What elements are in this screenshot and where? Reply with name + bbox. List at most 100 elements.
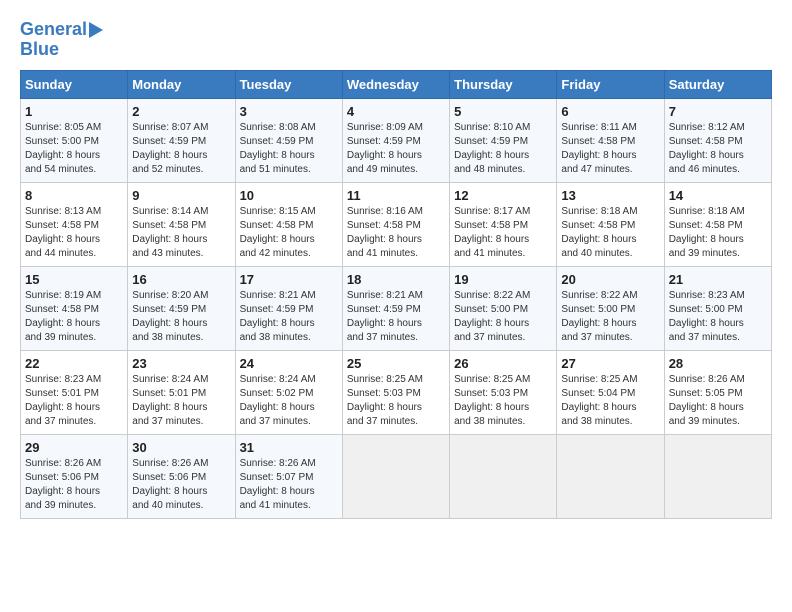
day-info: Sunrise: 8:18 AM Sunset: 4:58 PM Dayligh…	[561, 205, 659, 261]
calendar-cell: 22 Sunrise: 8:23 AM Sunset: 5:01 PM Dayli…	[21, 350, 128, 434]
day-info: Sunrise: 8:12 AM Sunset: 4:58 PM Dayligh…	[669, 121, 767, 177]
day-number: 29	[25, 440, 123, 455]
page: General Blue SundayMondayTuesdayWednesda…	[0, 0, 792, 529]
day-number: 13	[561, 188, 659, 203]
day-number: 10	[240, 188, 338, 203]
day-number: 26	[454, 356, 552, 371]
day-number: 22	[25, 356, 123, 371]
day-number: 14	[669, 188, 767, 203]
day-number: 11	[347, 188, 445, 203]
logo: General Blue	[20, 20, 103, 60]
header-day-monday: Monday	[128, 70, 235, 98]
day-info: Sunrise: 8:10 AM Sunset: 4:59 PM Dayligh…	[454, 121, 552, 177]
header: General Blue	[20, 20, 772, 60]
day-info: Sunrise: 8:23 AM Sunset: 5:00 PM Dayligh…	[669, 289, 767, 345]
day-number: 24	[240, 356, 338, 371]
day-number: 8	[25, 188, 123, 203]
header-day-sunday: Sunday	[21, 70, 128, 98]
calendar-body: 1Sunrise: 8:05 AM Sunset: 5:00 PM Daylig…	[21, 98, 772, 518]
day-number: 17	[240, 272, 338, 287]
day-info: Sunrise: 8:24 AM Sunset: 5:01 PM Dayligh…	[132, 373, 230, 429]
calendar-cell	[450, 434, 557, 518]
day-number: 6	[561, 104, 659, 119]
day-number: 27	[561, 356, 659, 371]
day-info: Sunrise: 8:26 AM Sunset: 5:05 PM Dayligh…	[669, 373, 767, 429]
day-info: Sunrise: 8:26 AM Sunset: 5:07 PM Dayligh…	[240, 457, 338, 513]
calendar-cell: 19 Sunrise: 8:22 AM Sunset: 5:00 PM Dayli…	[450, 266, 557, 350]
day-info: Sunrise: 8:21 AM Sunset: 4:59 PM Dayligh…	[240, 289, 338, 345]
day-number: 4	[347, 104, 445, 119]
day-info: Sunrise: 8:07 AM Sunset: 4:59 PM Dayligh…	[132, 121, 230, 177]
day-number: 12	[454, 188, 552, 203]
logo-line2: Blue	[20, 40, 59, 60]
logo-arrow-icon	[89, 22, 103, 38]
day-number: 21	[669, 272, 767, 287]
day-info: Sunrise: 8:09 AM Sunset: 4:59 PM Dayligh…	[347, 121, 445, 177]
day-info: Sunrise: 8:21 AM Sunset: 4:59 PM Dayligh…	[347, 289, 445, 345]
day-info: Sunrise: 8:24 AM Sunset: 5:02 PM Dayligh…	[240, 373, 338, 429]
day-info: Sunrise: 8:22 AM Sunset: 5:00 PM Dayligh…	[561, 289, 659, 345]
calendar-cell: 20 Sunrise: 8:22 AM Sunset: 5:00 PM Dayli…	[557, 266, 664, 350]
day-info: Sunrise: 8:14 AM Sunset: 4:58 PM Dayligh…	[132, 205, 230, 261]
day-info: Sunrise: 8:25 AM Sunset: 5:03 PM Dayligh…	[454, 373, 552, 429]
day-info: Sunrise: 8:25 AM Sunset: 5:04 PM Dayligh…	[561, 373, 659, 429]
day-info: Sunrise: 8:26 AM Sunset: 5:06 PM Dayligh…	[132, 457, 230, 513]
calendar-cell: 10 Sunrise: 8:15 AM Sunset: 4:58 PM Dayli…	[235, 182, 342, 266]
calendar-cell: 13 Sunrise: 8:18 AM Sunset: 4:58 PM Dayli…	[557, 182, 664, 266]
day-number: 23	[132, 356, 230, 371]
calendar-cell: 21 Sunrise: 8:23 AM Sunset: 5:00 PM Dayli…	[664, 266, 771, 350]
day-number: 9	[132, 188, 230, 203]
calendar-cell: 9 Sunrise: 8:14 AM Sunset: 4:58 PM Daylig…	[128, 182, 235, 266]
day-number: 1	[25, 104, 123, 119]
calendar-cell: 30Sunrise: 8:26 AM Sunset: 5:06 PM Dayli…	[128, 434, 235, 518]
calendar-table: SundayMondayTuesdayWednesdayThursdayFrid…	[20, 70, 772, 519]
calendar-cell: 12 Sunrise: 8:17 AM Sunset: 4:58 PM Dayli…	[450, 182, 557, 266]
calendar-cell: 1Sunrise: 8:05 AM Sunset: 5:00 PM Daylig…	[21, 98, 128, 182]
day-number: 18	[347, 272, 445, 287]
day-info: Sunrise: 8:22 AM Sunset: 5:00 PM Dayligh…	[454, 289, 552, 345]
day-number: 7	[669, 104, 767, 119]
calendar-cell: 17 Sunrise: 8:21 AM Sunset: 4:59 PM Dayli…	[235, 266, 342, 350]
day-info: Sunrise: 8:18 AM Sunset: 4:58 PM Dayligh…	[669, 205, 767, 261]
header-day-tuesday: Tuesday	[235, 70, 342, 98]
calendar-cell: 6 Sunrise: 8:11 AM Sunset: 4:58 PM Daylig…	[557, 98, 664, 182]
day-info: Sunrise: 8:11 AM Sunset: 4:58 PM Dayligh…	[561, 121, 659, 177]
logo-line1: General	[20, 20, 103, 40]
day-number: 2	[132, 104, 230, 119]
calendar-cell: 3 Sunrise: 8:08 AM Sunset: 4:59 PM Daylig…	[235, 98, 342, 182]
calendar-cell: 25Sunrise: 8:25 AM Sunset: 5:03 PM Dayli…	[342, 350, 449, 434]
calendar-cell: 8 Sunrise: 8:13 AM Sunset: 4:58 PM Daylig…	[21, 182, 128, 266]
calendar-cell: 15Sunrise: 8:19 AM Sunset: 4:58 PM Dayli…	[21, 266, 128, 350]
week-row-1: 1Sunrise: 8:05 AM Sunset: 5:00 PM Daylig…	[21, 98, 772, 182]
week-row-3: 15Sunrise: 8:19 AM Sunset: 4:58 PM Dayli…	[21, 266, 772, 350]
calendar-cell: 26 Sunrise: 8:25 AM Sunset: 5:03 PM Dayli…	[450, 350, 557, 434]
day-number: 20	[561, 272, 659, 287]
day-number: 15	[25, 272, 123, 287]
day-info: Sunrise: 8:17 AM Sunset: 4:58 PM Dayligh…	[454, 205, 552, 261]
calendar-cell: 27 Sunrise: 8:25 AM Sunset: 5:04 PM Dayli…	[557, 350, 664, 434]
day-number: 3	[240, 104, 338, 119]
header-row: SundayMondayTuesdayWednesdayThursdayFrid…	[21, 70, 772, 98]
day-info: Sunrise: 8:23 AM Sunset: 5:01 PM Dayligh…	[25, 373, 123, 429]
calendar-cell: 16Sunrise: 8:20 AM Sunset: 4:59 PM Dayli…	[128, 266, 235, 350]
day-info: Sunrise: 8:13 AM Sunset: 4:58 PM Dayligh…	[25, 205, 123, 261]
day-number: 31	[240, 440, 338, 455]
header-day-wednesday: Wednesday	[342, 70, 449, 98]
day-info: Sunrise: 8:08 AM Sunset: 4:59 PM Dayligh…	[240, 121, 338, 177]
day-number: 5	[454, 104, 552, 119]
week-row-5: 29 Sunrise: 8:26 AM Sunset: 5:06 PM Dayli…	[21, 434, 772, 518]
calendar-cell	[557, 434, 664, 518]
calendar-cell: 2 Sunrise: 8:07 AM Sunset: 4:59 PM Daylig…	[128, 98, 235, 182]
day-number: 19	[454, 272, 552, 287]
day-info: Sunrise: 8:26 AM Sunset: 5:06 PM Dayligh…	[25, 457, 123, 513]
calendar-cell: 28Sunrise: 8:26 AM Sunset: 5:05 PM Dayli…	[664, 350, 771, 434]
header-day-friday: Friday	[557, 70, 664, 98]
day-info: Sunrise: 8:16 AM Sunset: 4:58 PM Dayligh…	[347, 205, 445, 261]
calendar-cell: 18 Sunrise: 8:21 AM Sunset: 4:59 PM Dayli…	[342, 266, 449, 350]
calendar-cell: 4 Sunrise: 8:09 AM Sunset: 4:59 PM Daylig…	[342, 98, 449, 182]
day-number: 25	[347, 356, 445, 371]
header-day-thursday: Thursday	[450, 70, 557, 98]
calendar-header: SundayMondayTuesdayWednesdayThursdayFrid…	[21, 70, 772, 98]
day-info: Sunrise: 8:15 AM Sunset: 4:58 PM Dayligh…	[240, 205, 338, 261]
calendar-cell: 29 Sunrise: 8:26 AM Sunset: 5:06 PM Dayli…	[21, 434, 128, 518]
